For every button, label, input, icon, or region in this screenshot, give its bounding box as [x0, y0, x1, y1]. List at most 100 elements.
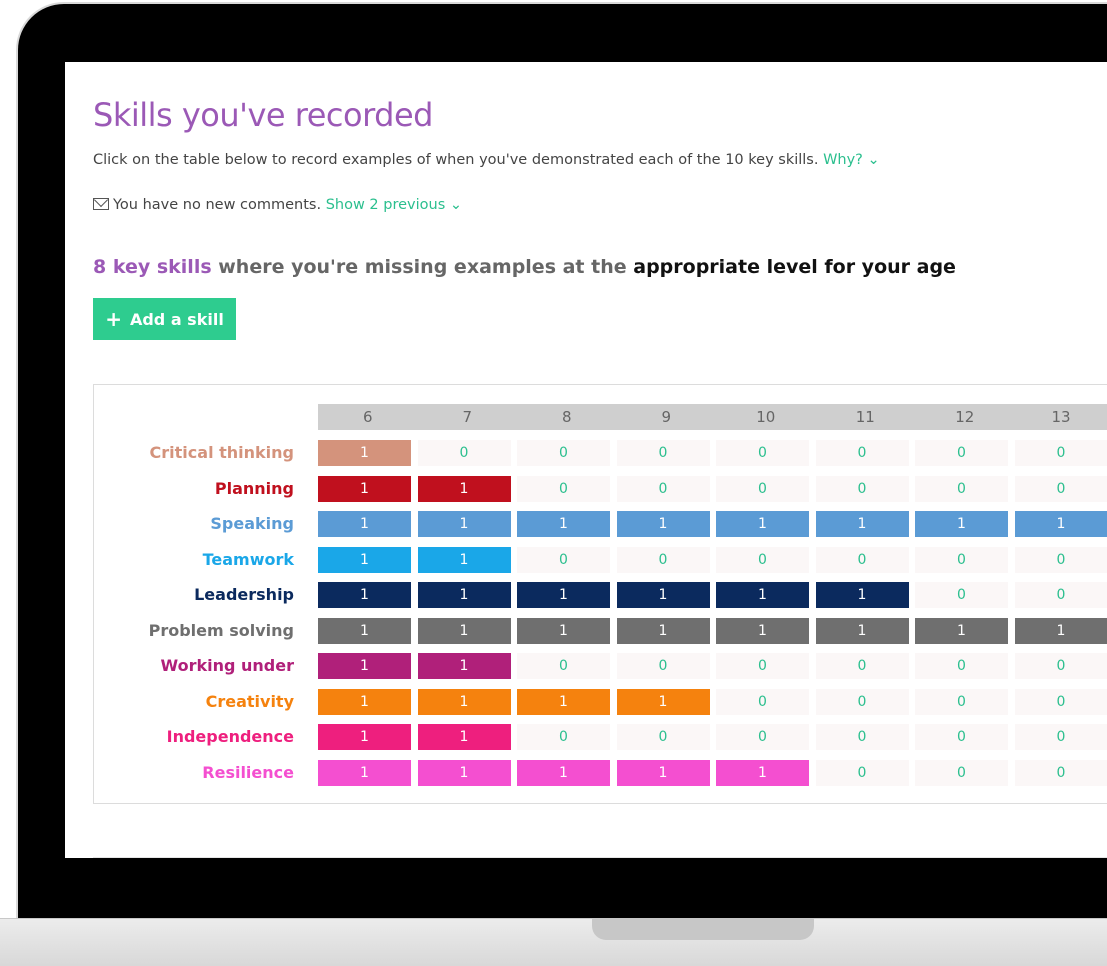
skill-cell[interactable]: 1 — [418, 582, 511, 608]
skill-cell[interactable]: 0 — [1015, 440, 1107, 466]
skill-cell[interactable]: 1 — [418, 724, 511, 750]
skill-cell[interactable]: 0 — [915, 440, 1008, 466]
skill-cell[interactable]: 1 — [418, 547, 511, 573]
skill-cell[interactable]: 0 — [816, 689, 909, 715]
skill-cell[interactable]: 1 — [318, 760, 411, 786]
skill-cell[interactable]: 1 — [517, 689, 610, 715]
skill-cell[interactable]: 0 — [716, 476, 809, 502]
skill-cell[interactable]: 0 — [617, 476, 710, 502]
skill-cell[interactable]: 0 — [517, 476, 610, 502]
skill-cell[interactable]: 1 — [318, 724, 411, 750]
skill-cell[interactable]: 1 — [816, 582, 909, 608]
skill-cell[interactable]: 1 — [318, 653, 411, 679]
page-title: Skills you've recorded — [93, 96, 433, 134]
skill-cell[interactable]: 1 — [716, 618, 809, 644]
skill-cell[interactable]: 1 — [418, 653, 511, 679]
skill-cell[interactable]: 0 — [1015, 724, 1107, 750]
envelope-icon — [93, 198, 109, 210]
skill-label: Speaking — [94, 511, 294, 537]
skill-cell[interactable]: 0 — [1015, 653, 1107, 679]
skill-cell[interactable]: 1 — [617, 689, 710, 715]
skill-cell[interactable]: 1 — [617, 511, 710, 537]
skill-cell[interactable]: 1 — [1015, 618, 1107, 644]
skill-cell[interactable]: 1 — [418, 511, 511, 537]
skill-cell[interactable]: 1 — [318, 476, 411, 502]
skill-cell[interactable]: 0 — [816, 476, 909, 502]
skill-cell[interactable]: 0 — [617, 547, 710, 573]
skill-cell[interactable]: 0 — [517, 653, 610, 679]
skill-cell[interactable]: 1 — [816, 618, 909, 644]
skill-cell[interactable]: 0 — [1015, 547, 1107, 573]
plus-icon: + — [105, 309, 122, 329]
age-header-12: 12 — [915, 404, 1015, 430]
age-header-8: 8 — [517, 404, 617, 430]
skill-cell[interactable]: 1 — [517, 760, 610, 786]
skill-label: Working under — [94, 653, 294, 679]
skill-cell[interactable]: 1 — [418, 689, 511, 715]
skill-label: Teamwork — [94, 547, 294, 573]
skill-cell[interactable]: 0 — [716, 440, 809, 466]
skill-cell[interactable]: 1 — [716, 582, 809, 608]
skill-cell[interactable]: 0 — [915, 547, 1008, 573]
skill-cell[interactable]: 1 — [318, 618, 411, 644]
skill-cell[interactable]: 0 — [915, 689, 1008, 715]
show-previous-link[interactable]: Show 2 previous ⌄ — [326, 197, 462, 213]
skill-cell[interactable]: 0 — [816, 760, 909, 786]
skill-cell[interactable]: 0 — [617, 653, 710, 679]
skill-cell[interactable]: 1 — [418, 760, 511, 786]
skill-cell[interactable]: 0 — [716, 653, 809, 679]
skill-cell[interactable]: 1 — [517, 618, 610, 644]
skill-cell[interactable]: 0 — [915, 724, 1008, 750]
skill-cell[interactable]: 1 — [318, 547, 411, 573]
skill-cell[interactable]: 0 — [915, 760, 1008, 786]
skill-cell[interactable]: 0 — [915, 476, 1008, 502]
skill-cell[interactable]: 0 — [816, 653, 909, 679]
skill-cell[interactable]: 1 — [318, 582, 411, 608]
skill-cell[interactable]: 0 — [1015, 476, 1107, 502]
skill-cell[interactable]: 1 — [318, 511, 411, 537]
skill-cell[interactable]: 1 — [418, 476, 511, 502]
skill-cell[interactable]: 1 — [617, 582, 710, 608]
age-header-9: 9 — [617, 404, 717, 430]
missing-skills-count: 8 key skills — [93, 256, 212, 278]
skill-cell[interactable]: 1 — [1015, 511, 1107, 537]
skill-cell[interactable]: 1 — [816, 511, 909, 537]
skill-cell[interactable]: 1 — [418, 618, 511, 644]
skill-cell[interactable]: 0 — [716, 547, 809, 573]
app-screen: Skills you've recorded Click on the tabl… — [65, 62, 1107, 858]
skill-cell[interactable]: 1 — [517, 582, 610, 608]
skill-cell[interactable]: 0 — [517, 547, 610, 573]
add-skill-label: Add a skill — [130, 310, 224, 329]
age-header-10: 10 — [716, 404, 816, 430]
add-skill-button[interactable]: + Add a skill — [93, 298, 236, 340]
skill-cell[interactable]: 0 — [816, 724, 909, 750]
skill-cell[interactable]: 0 — [617, 724, 710, 750]
skill-cell[interactable]: 0 — [1015, 689, 1107, 715]
skill-label: Problem solving — [94, 618, 294, 644]
skill-cell[interactable]: 1 — [617, 760, 710, 786]
laptop-notch — [592, 918, 814, 940]
skill-cell[interactable]: 1 — [915, 618, 1008, 644]
skill-cell[interactable]: 1 — [617, 618, 710, 644]
why-link[interactable]: Why? ⌄ — [823, 152, 880, 168]
skill-cell[interactable]: 0 — [716, 689, 809, 715]
skill-cell[interactable]: 1 — [716, 511, 809, 537]
skill-cell[interactable]: 0 — [915, 653, 1008, 679]
skill-cell[interactable]: 0 — [1015, 582, 1107, 608]
skill-cell[interactable]: 1 — [318, 689, 411, 715]
comments-status: You have no new comments. Show 2 previou… — [93, 197, 462, 213]
skill-cell[interactable]: 0 — [915, 582, 1008, 608]
skill-cell[interactable]: 0 — [816, 547, 909, 573]
skill-cell[interactable]: 1 — [716, 760, 809, 786]
skill-cell[interactable]: 1 — [517, 511, 610, 537]
skill-cell[interactable]: 0 — [517, 440, 610, 466]
skill-cell[interactable]: 1 — [915, 511, 1008, 537]
skill-cell[interactable]: 1 — [318, 440, 411, 466]
skill-cell[interactable]: 0 — [617, 440, 710, 466]
skill-label: Critical thinking — [94, 440, 294, 466]
skill-cell[interactable]: 0 — [1015, 760, 1107, 786]
skill-cell[interactable]: 0 — [517, 724, 610, 750]
skill-cell[interactable]: 0 — [418, 440, 511, 466]
skill-cell[interactable]: 0 — [716, 724, 809, 750]
skill-cell[interactable]: 0 — [816, 440, 909, 466]
